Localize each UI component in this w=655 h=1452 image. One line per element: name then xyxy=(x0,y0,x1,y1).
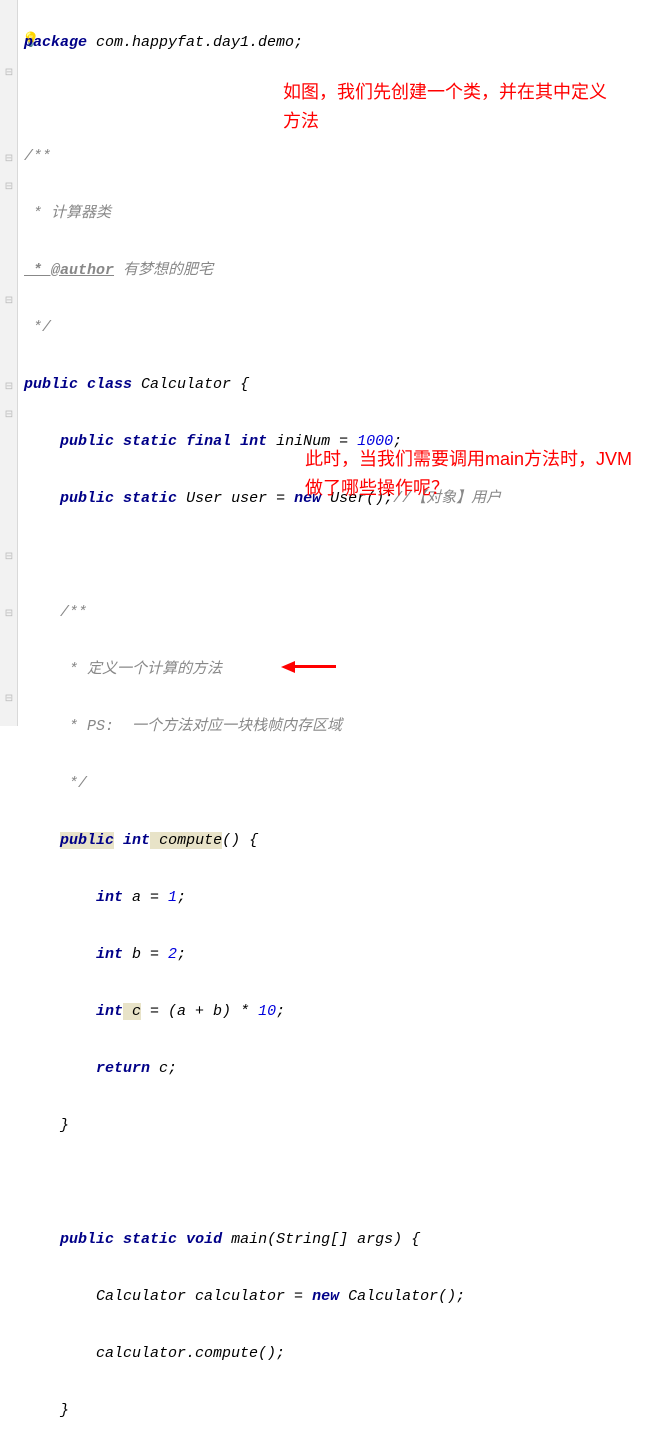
doc-comment: * 定义一个计算的方法 xyxy=(60,661,222,678)
fold-icon[interactable]: ⊟ xyxy=(2,178,16,192)
keyword-class: class xyxy=(87,376,132,393)
code-text: () { xyxy=(222,832,258,849)
number-literal: 2 xyxy=(168,946,177,963)
fold-icon[interactable]: ⊟ xyxy=(2,292,16,306)
keyword-public: public xyxy=(60,832,114,849)
code-text: = xyxy=(267,490,294,507)
doc-tag-author: * @author xyxy=(24,262,114,279)
doc-comment: 有梦想的肥宅 xyxy=(114,262,213,279)
keyword-return: return xyxy=(96,1060,150,1077)
variable-name: c xyxy=(123,1003,141,1020)
doc-comment: /** xyxy=(24,148,51,165)
method-name: compute xyxy=(150,832,222,849)
keyword-int: int xyxy=(96,889,123,906)
code-text: b = xyxy=(123,946,168,963)
annotation-text-2: 此时，当我们需要调用main方法时，JVM做了哪些操作呢？ xyxy=(305,445,645,503)
code-text: = (a + b) * xyxy=(141,1003,258,1020)
keyword-static: static xyxy=(123,433,177,450)
editor-gutter: ⊟ ⊟ ⊟ ⊟ ⊟ ⊟ ⊟ ⊟ ⊟ xyxy=(0,0,18,726)
keyword-static: static xyxy=(123,490,177,507)
field-name: user xyxy=(231,490,267,507)
doc-comment: * 计算器类 xyxy=(24,205,111,222)
code-text: c; xyxy=(150,1060,177,1077)
number-literal: 10 xyxy=(258,1003,276,1020)
class-name: Calculator { xyxy=(132,376,249,393)
keyword-public: public xyxy=(60,490,114,507)
method-signature: main(String[] args) { xyxy=(222,1231,420,1248)
code-text: Calculator(); xyxy=(339,1288,465,1305)
code-text: calculator.compute(); xyxy=(96,1345,285,1362)
keyword-int: int xyxy=(123,832,150,849)
code-text: a = xyxy=(123,889,168,906)
keyword-public: public xyxy=(24,376,78,393)
package-path: com.happyfat.day1.demo; xyxy=(87,34,303,51)
annotation-text-1: 如图，我们先创建一个类，并在其中定义方法 xyxy=(283,78,623,136)
keyword-final: final xyxy=(186,433,231,450)
fold-icon[interactable]: ⊟ xyxy=(2,548,16,562)
keyword-public: public xyxy=(60,1231,114,1248)
keyword-int: int xyxy=(96,946,123,963)
fold-icon[interactable]: ⊟ xyxy=(2,64,16,78)
fold-icon[interactable]: ⊟ xyxy=(2,378,16,392)
code-editor[interactable]: package com.happyfat.day1.demo; /** * 计算… xyxy=(18,0,655,1452)
doc-comment: * PS: 一个方法对应一块栈帧内存区域 xyxy=(60,718,342,735)
doc-comment: */ xyxy=(60,775,87,792)
keyword-static: static xyxy=(123,1231,177,1248)
type-name: User xyxy=(177,490,231,507)
doc-comment: /** xyxy=(60,604,87,621)
keyword-int: int xyxy=(96,1003,123,1020)
keyword-void: void xyxy=(186,1231,222,1248)
brace-close: } xyxy=(60,1117,69,1134)
doc-comment: */ xyxy=(24,319,51,336)
keyword-public: public xyxy=(60,433,114,450)
brace-close: } xyxy=(60,1402,69,1419)
fold-icon[interactable]: ⊟ xyxy=(2,690,16,704)
code-text: Calculator calculator = xyxy=(96,1288,312,1305)
fold-icon[interactable]: ⊟ xyxy=(2,406,16,420)
fold-icon[interactable]: ⊟ xyxy=(2,605,16,619)
number-literal: 1 xyxy=(168,889,177,906)
fold-icon[interactable]: ⊟ xyxy=(2,150,16,164)
keyword-new: new xyxy=(312,1288,339,1305)
keyword-int: int xyxy=(240,433,267,450)
keyword-package: package xyxy=(24,34,87,51)
